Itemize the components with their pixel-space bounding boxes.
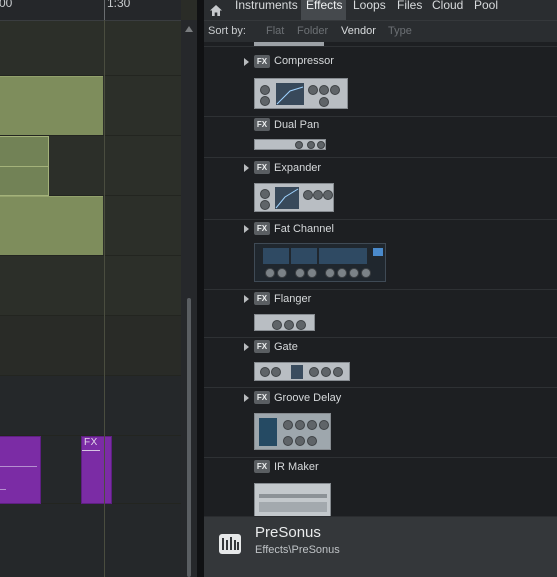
track-lane[interactable] [0, 316, 181, 376]
fx-clip-label: FX [84, 437, 98, 448]
list-item-gate[interactable]: Gate [274, 341, 298, 353]
arrange-view[interactable]: 00 1:30 FX [0, 0, 197, 577]
track-lane[interactable] [0, 256, 181, 316]
tab-pool[interactable]: Pool [469, 0, 503, 20]
list-separator [204, 387, 557, 388]
list-item-expander[interactable]: Expander [274, 162, 321, 174]
list-separator [204, 219, 557, 220]
track-lane[interactable] [0, 504, 181, 577]
fx-badge-icon: FX [254, 292, 270, 305]
expand-arrow-icon[interactable] [244, 394, 249, 402]
vendor-footer: PreSonus Effects\PreSonus [204, 516, 557, 577]
fx-badge-icon: FX [254, 222, 270, 235]
list-item-groove-delay[interactable]: Groove Delay [274, 392, 341, 404]
plugin-thumbnail[interactable] [254, 362, 350, 381]
list-item-compressor[interactable]: Compressor [274, 55, 334, 67]
fx-badge-icon: FX [254, 55, 270, 68]
plugin-thumbnail[interactable] [254, 243, 386, 282]
plugin-thumbnail[interactable] [254, 183, 334, 212]
list-item-fat-channel[interactable]: Fat Channel [274, 223, 334, 235]
fx-badge-icon: FX [254, 161, 270, 174]
track-lane[interactable] [0, 376, 181, 436]
clip-waveform-line [82, 450, 100, 451]
expand-arrow-icon[interactable] [244, 58, 249, 66]
sort-bar: Sort by: Flat Folder Vendor Type [204, 20, 557, 42]
instrument-clip[interactable] [0, 436, 41, 504]
browser-tabbar: Instruments Effects Loops Files Cloud Po… [204, 0, 557, 20]
list-item-ir-maker[interactable]: IR Maker [274, 461, 319, 473]
effects-list[interactable]: FX Compressor FX Dual Pan FX Expander FX… [204, 42, 557, 516]
ruler-time-label: 00 [0, 0, 13, 10]
list-item-flanger[interactable]: Flanger [274, 293, 311, 305]
list-separator [204, 457, 557, 458]
audio-clip[interactable] [0, 76, 103, 135]
sort-option-folder[interactable]: Folder [297, 25, 328, 37]
ruler-time-label: 1:30 [107, 0, 131, 10]
plugin-thumbnail[interactable] [254, 78, 348, 109]
track-lane[interactable] [0, 21, 181, 76]
list-item-dual-pan[interactable]: Dual Pan [274, 119, 319, 131]
plugin-thumbnail[interactable] [254, 314, 315, 331]
fx-badge-icon: FX [254, 118, 270, 131]
plugin-thumbnail[interactable] [254, 483, 331, 516]
tab-instruments[interactable]: Instruments [230, 0, 303, 20]
sort-option-flat[interactable]: Flat [266, 25, 284, 37]
list-separator [204, 157, 557, 158]
tab-loops[interactable]: Loops [348, 0, 391, 20]
ruler-tick [104, 0, 105, 20]
pane-divider[interactable] [197, 0, 204, 577]
list-separator [204, 337, 557, 338]
clip-waveform-line [0, 466, 37, 467]
expand-arrow-icon[interactable] [244, 343, 249, 351]
home-tab[interactable] [204, 0, 228, 20]
scroll-up-arrow-icon[interactable] [185, 26, 193, 32]
home-icon [210, 4, 222, 16]
list-separator [204, 46, 557, 47]
vendor-path: Effects\PreSonus [255, 544, 340, 556]
tab-cloud[interactable]: Cloud [427, 0, 468, 20]
audio-clip[interactable] [0, 166, 49, 196]
expand-arrow-icon[interactable] [244, 164, 249, 172]
browser-panel: Instruments Effects Loops Files Cloud Po… [204, 0, 557, 577]
list-separator [204, 289, 557, 290]
sort-option-type[interactable]: Type [388, 25, 412, 37]
sort-option-vendor[interactable]: Vendor [341, 25, 376, 37]
vendor-name: PreSonus [255, 524, 321, 541]
sort-by-label: Sort by: [208, 25, 246, 37]
expand-arrow-icon[interactable] [244, 295, 249, 303]
fx-badge-icon: FX [254, 460, 270, 473]
fx-badge-icon: FX [254, 340, 270, 353]
plugin-thumbnail[interactable] [254, 139, 326, 150]
tab-files[interactable]: Files [392, 0, 427, 20]
plugin-thumbnail[interactable] [254, 413, 331, 450]
timeline-ruler[interactable]: 00 1:30 [0, 0, 181, 21]
clip-waveform-line [0, 489, 6, 490]
tab-effects[interactable]: Effects [301, 0, 346, 20]
expand-arrow-icon[interactable] [244, 225, 249, 233]
audio-clip[interactable] [0, 196, 103, 255]
playhead-marker [104, 20, 105, 577]
list-separator [204, 116, 557, 117]
fx-badge-icon: FX [254, 391, 270, 404]
scrollbar-thumb[interactable] [187, 298, 191, 577]
audio-clip[interactable] [0, 136, 49, 167]
presonus-logo-icon [219, 534, 241, 554]
